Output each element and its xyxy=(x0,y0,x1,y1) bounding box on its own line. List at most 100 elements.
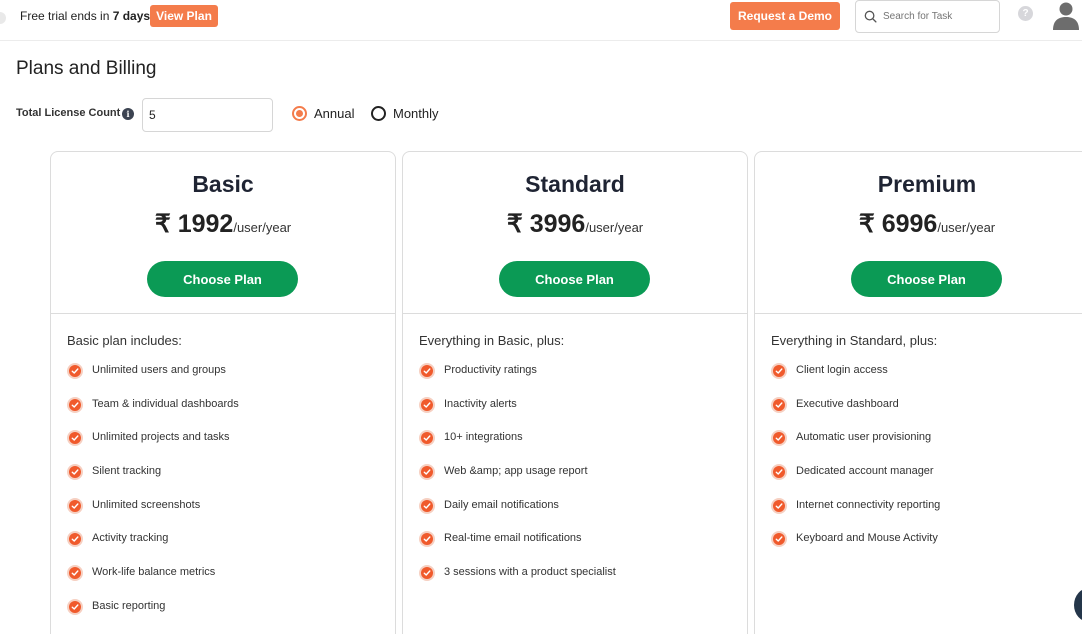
feature-item: Keyboard and Mouse Activity xyxy=(771,531,940,566)
billing-monthly-label: Monthly xyxy=(393,106,439,121)
check-circle-icon xyxy=(771,363,787,379)
feature-text: Dedicated account manager xyxy=(796,465,934,478)
plan-price: ₹ 3996/user/year xyxy=(403,209,747,239)
feature-text: Daily email notifications xyxy=(444,498,559,511)
check-circle-icon xyxy=(771,396,787,413)
check-circle-icon xyxy=(419,430,435,447)
plan-price-amount: ₹ 1992 xyxy=(154,210,234,238)
plan-includes-label: Everything in Standard, plus: xyxy=(771,333,938,348)
plan-price-period: /user/year xyxy=(937,220,996,235)
feature-text: Keyboard and Mouse Activity xyxy=(796,532,938,545)
check-circle-icon xyxy=(419,464,435,481)
check-circle-icon xyxy=(419,531,435,548)
feature-text: Web &amp; app usage report xyxy=(444,465,588,478)
check-circle-icon xyxy=(67,363,83,379)
check-circle-icon xyxy=(67,565,83,582)
user-avatar-icon[interactable] xyxy=(1052,0,1080,30)
check-circle-icon xyxy=(771,430,787,447)
feature-item: Productivity ratings xyxy=(419,363,616,398)
plan-price-amount: ₹ 3996 xyxy=(506,210,586,238)
card-divider xyxy=(403,313,747,314)
radio-selected-icon xyxy=(292,106,307,121)
feature-list: Unlimited users and groups Team & individ… xyxy=(67,363,239,634)
plan-card-basic: Basic ₹ 1992/user/year Choose Plan Basic… xyxy=(50,151,396,634)
check-circle-icon xyxy=(419,396,435,413)
billing-monthly-radio[interactable]: Monthly xyxy=(371,106,439,121)
feature-item: Activity tracking xyxy=(67,531,239,566)
feature-item: 3 sessions with a product specialist xyxy=(419,565,616,600)
feature-item: Executive dashboard xyxy=(771,396,940,432)
feature-text: Unlimited users and groups xyxy=(92,364,226,376)
feature-item: Daily email notifications xyxy=(419,497,616,533)
check-circle-icon xyxy=(67,396,83,413)
feature-text: Silent tracking xyxy=(92,465,162,478)
plan-includes-label: Everything in Basic, plus: xyxy=(419,333,565,348)
check-circle-icon xyxy=(67,598,83,615)
plan-price: ₹ 6996/user/year xyxy=(755,209,1082,239)
choose-plan-button[interactable]: Choose Plan xyxy=(147,261,298,297)
feature-text: Work-life balance metrics xyxy=(92,566,216,579)
feature-item: Unlimited projects and tasks xyxy=(67,430,239,465)
feature-item: Basic reporting xyxy=(67,598,239,634)
search-box[interactable] xyxy=(855,0,1000,33)
feature-text: 10+ integrations xyxy=(444,431,523,444)
feature-text: Unlimited screenshots xyxy=(92,498,201,511)
info-icon[interactable]: i xyxy=(122,108,134,120)
plan-price-period: /user/year xyxy=(233,220,292,235)
feature-item: Team & individual dashboards xyxy=(67,396,239,432)
license-count-label: Total License Count xyxy=(16,107,121,119)
feature-item: Real-time email notifications xyxy=(419,531,616,566)
plan-name: Premium xyxy=(877,171,977,197)
feature-text: Executive dashboard xyxy=(796,397,899,410)
request-demo-button[interactable]: Request a Demo xyxy=(730,2,840,30)
check-circle-icon xyxy=(419,497,435,514)
feature-text: Client login access xyxy=(796,364,888,376)
license-count-input[interactable] xyxy=(142,98,273,132)
search-input[interactable] xyxy=(883,11,993,22)
feature-item: Work-life balance metrics xyxy=(67,565,239,600)
feature-item: Automatic user provisioning xyxy=(771,430,940,465)
plan-card-standard: Standard ₹ 3996/user/year Choose Plan Ev… xyxy=(402,151,748,634)
feature-list: Client login access Executive dashboard Au… xyxy=(771,363,941,566)
feature-item: Silent tracking xyxy=(67,464,239,499)
feature-text: Productivity ratings xyxy=(444,364,537,376)
trial-prefix: Free trial ends in xyxy=(20,9,113,23)
plan-name: Standard xyxy=(525,171,625,197)
plan-price: ₹ 1992/user/year xyxy=(51,209,395,239)
radio-unselected-icon xyxy=(371,106,386,121)
feature-text: Inactivity alerts xyxy=(444,397,517,410)
feature-text: 3 sessions with a product specialist xyxy=(444,566,616,579)
check-circle-icon xyxy=(419,565,435,582)
choose-plan-button[interactable]: Choose Plan xyxy=(499,261,650,297)
help-icon[interactable]: ? xyxy=(1018,6,1033,21)
choose-plan-button[interactable]: Choose Plan xyxy=(851,261,1002,297)
sidebar-toggle[interactable] xyxy=(0,12,6,24)
check-circle-icon xyxy=(67,430,83,447)
feature-item: Web &amp; app usage report xyxy=(419,464,616,499)
plan-price-amount: ₹ 6996 xyxy=(858,210,938,238)
check-circle-icon xyxy=(771,497,787,514)
check-circle-icon xyxy=(67,531,83,548)
view-plan-button[interactable]: View Plan xyxy=(150,5,218,27)
feature-text: Unlimited projects and tasks xyxy=(92,431,230,444)
check-circle-icon xyxy=(419,363,435,379)
billing-annual-radio[interactable]: Annual xyxy=(292,106,354,121)
top-bar: Free trial ends in 7 days! View Plan Req… xyxy=(0,0,1082,41)
trial-days: 7 days! xyxy=(112,9,155,23)
feature-item: Internet connectivity reporting xyxy=(771,497,941,533)
feature-item: Inactivity alerts xyxy=(419,396,616,432)
feature-text: Basic reporting xyxy=(92,599,166,612)
feature-text: Internet connectivity reporting xyxy=(796,498,941,511)
feature-list: Productivity ratings Inactivity alerts 10+… xyxy=(419,363,616,600)
plan-card-premium: Premium ₹ 6996/user/year Choose Plan Eve… xyxy=(754,151,1082,634)
plan-includes-label: Basic plan includes: xyxy=(67,333,182,348)
feature-item: Unlimited users and groups xyxy=(67,363,239,398)
check-circle-icon xyxy=(771,464,787,481)
feature-text: Automatic user provisioning xyxy=(796,431,932,444)
feature-text: Real-time email notifications xyxy=(444,532,582,545)
trial-notice: Free trial ends in 7 days! xyxy=(20,9,154,23)
feature-text: Activity tracking xyxy=(92,532,169,545)
check-circle-icon xyxy=(67,497,83,514)
plan-name: Basic xyxy=(192,171,254,197)
feature-item: Unlimited screenshots xyxy=(67,497,239,533)
